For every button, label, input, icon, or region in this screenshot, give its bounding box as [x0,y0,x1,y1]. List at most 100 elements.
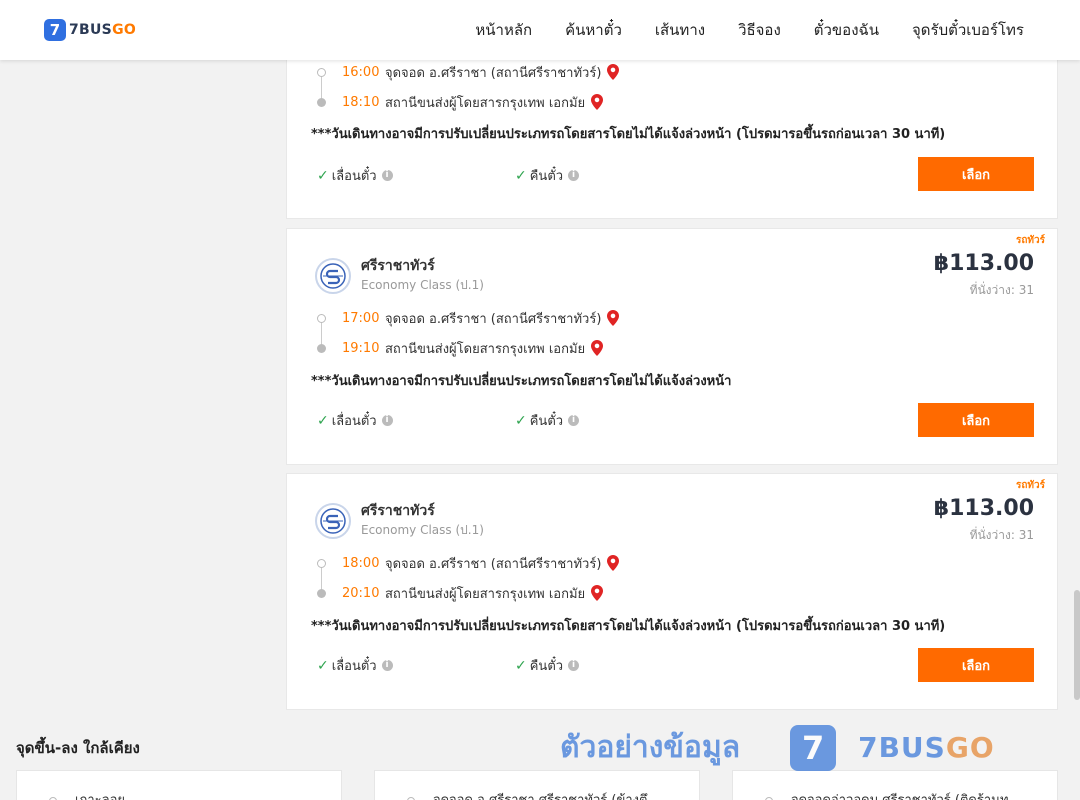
watermark-text: ตัวอย่างข้อมูล [560,730,741,765]
depart-place: จุดจอด อ.ศรีราชา (สถานีศรีราชาทัวร์) [385,311,602,327]
operator-name: ศรีราชาทัวร์ [361,258,435,274]
arrive-dot [317,343,326,353]
check-icon: ✓ [515,167,527,184]
logo-badge: 7 [44,19,66,41]
check-icon: ✓ [515,412,527,429]
feature-label: คืนตั๋ว [529,414,564,429]
trip-card: 16:00 จุดจอด อ.ศรีราชา (สถานีศรีราชาทัวร… [286,40,1058,219]
depart-place: จุดจอด อ.ศรีราชา (สถานีศรีราชาทัวร์) [385,65,602,81]
operator-logo [315,503,351,539]
check-icon: ✓ [317,167,329,184]
depart-stop: 16:00 จุดจอด อ.ศรีราชา (สถานีศรีราชาทัวร… [317,62,620,82]
info-icon[interactable]: i [381,170,393,181]
main-nav: หน้าหลัก ค้นหาตั๋ว เส้นทาง วิธีจอง ตั๋วข… [442,0,1024,60]
arrive-time: 19:10 [342,340,380,356]
arrive-stop: 20:10 สถานีขนส่งผู้โดยสารกรุงเทพ เอกมัย [317,583,604,603]
arrive-place: สถานีขนส่งผู้โดยสารกรุงเทพ เอกมัย [385,341,586,357]
bus-class: Economy Class (ป.1) [361,278,484,292]
depart-dot [317,558,326,568]
nearby-item[interactable]: เกาะลอย [16,770,342,800]
ticket-price: ฿113.00 [933,251,1034,276]
feature-change-ticket: ✓ เลื่อนตั๋ว i [317,655,393,676]
map-pin-icon[interactable] [591,585,604,601]
watermark-brand: 7BUSGO [858,731,995,764]
select-button[interactable]: เลือก [918,157,1034,191]
seats-available: ที่นั่งว่าง: 31 [969,283,1034,297]
feature-refund-ticket: ✓ คืนตั๋ว i [515,410,580,431]
nav-routes[interactable]: เส้นทาง [655,18,705,42]
info-icon[interactable]: i [381,660,393,671]
nearby-item-label: จุดจอด อ.ศรีราชา ศรีราชาทัวร์ (ข้างตึ [433,789,683,800]
feature-label: คืนตั๋ว [529,659,564,674]
arrive-place: สถานีขนส่งผู้โดยสารกรุงเทพ เอกมัย [385,586,586,602]
nav-home[interactable]: หน้าหลัก [475,18,532,42]
depart-stop: 17:00 จุดจอด อ.ศรีราชา (สถานีศรีราชาทัวร… [317,308,620,328]
feature-change-ticket: ✓ เลื่อนตั๋ว i [317,410,393,431]
arrive-time: 18:10 [342,94,380,110]
page-scrollbar[interactable] [1074,590,1080,700]
seats-available: ที่นั่งว่าง: 31 [969,528,1034,542]
bus-class: Economy Class (ป.1) [361,523,484,537]
nav-ticket-pickup-phone[interactable]: จุดรับตั๋วเบอร์โทร [912,18,1024,42]
map-pin-icon[interactable] [607,64,620,80]
feature-label: คืนตั๋ว [529,169,564,184]
logo-text: 7BUSGO [69,22,137,38]
feature-refund-ticket: ✓ คืนตั๋ว i [515,165,580,186]
depart-time: 17:00 [342,310,380,326]
trip-note: ***วันเดินทางอาจมีการปรับเปลี่ยนประเภทรถ… [311,127,946,142]
feature-label: เลื่อนตั๋ว [331,414,377,429]
nearby-item-label: จุดจอดอ่าวอุดม ศรีราชาทัวร์ (ติดร้านท [791,789,1041,800]
info-icon[interactable]: i [568,415,580,426]
trip-card: รถทัวร์ ศรีราชาทัวร์ Economy Class (ป.1)… [286,473,1058,710]
depart-stop: 18:00 จุดจอด อ.ศรีราชา (สถานีศรีราชาทัวร… [317,553,620,573]
info-icon[interactable]: i [381,415,393,426]
arrive-dot [317,588,326,598]
operator-logo [315,258,351,294]
map-pin-icon[interactable] [591,340,604,356]
operator-info: ศรีราชาทัวร์ Economy Class (ป.1) [315,501,484,539]
feature-change-ticket: ✓ เลื่อนตั๋ว i [317,165,393,186]
operator-info: ศรีราชาทัวร์ Economy Class (ป.1) [315,256,484,294]
nearby-item[interactable]: จุดจอดอ่าวอุดม ศรีราชาทัวร์ (ติดร้านท [732,770,1058,800]
feature-label: เลื่อนตั๋ว [331,169,377,184]
trip-note: ***วันเดินทางอาจมีการปรับเปลี่ยนประเภทรถ… [311,619,946,634]
ticket-price: ฿113.00 [933,496,1034,521]
check-icon: ✓ [317,412,329,429]
nearby-item[interactable]: จุดจอด อ.ศรีราชา ศรีราชาทัวร์ (ข้างตึ [374,770,700,800]
trip-card: รถทัวร์ ศรีราชาทัวร์ Economy Class (ป.1)… [286,228,1058,465]
map-pin-icon[interactable] [607,555,620,571]
depart-dot [317,313,326,323]
arrive-stop: 19:10 สถานีขนส่งผู้โดยสารกรุงเทพ เอกมัย [317,338,604,358]
nav-my-tickets[interactable]: ตั๋วของฉัน [814,18,879,42]
select-button[interactable]: เลือก [918,403,1034,437]
depart-dot [317,67,326,77]
depart-place: จุดจอด อ.ศรีราชา (สถานีศรีราชาทัวร์) [385,556,602,572]
feature-refund-ticket: ✓ คืนตั๋ว i [515,655,580,676]
arrive-place: สถานีขนส่งผู้โดยสารกรุงเทพ เอกมัย [385,95,586,111]
map-pin-icon[interactable] [607,310,620,326]
arrive-time: 20:10 [342,585,380,601]
map-pin-icon[interactable] [591,94,604,110]
nav-how-to-book[interactable]: วิธีจอง [738,18,781,42]
check-icon: ✓ [515,657,527,674]
info-icon[interactable]: i [568,660,580,671]
arrive-stop: 18:10 สถานีขนส่งผู้โดยสารกรุงเทพ เอกมัย [317,92,604,112]
trip-note: ***วันเดินทางอาจมีการปรับเปลี่ยนประเภทรถ… [311,374,732,389]
operator-name: ศรีราชาทัวร์ [361,503,435,519]
bus-type-tag: รถทัวร์ [1015,235,1045,246]
nearby-item-label: เกาะลอย [75,789,325,800]
site-logo[interactable]: 7 7BUSGO [44,19,136,41]
select-button[interactable]: เลือก [918,648,1034,682]
check-icon: ✓ [317,657,329,674]
bus-type-tag: รถทัวร์ [1015,480,1045,491]
watermark-badge: 7 [790,724,837,771]
feature-label: เลื่อนตั๋ว [331,659,377,674]
top-header: 7 7BUSGO หน้าหลัก ค้นหาตั๋ว เส้นทาง วิธี… [0,0,1080,60]
depart-time: 16:00 [342,64,380,80]
nearby-title: จุดขึ้น-ลง ใกล้เคียง [16,739,140,757]
depart-time: 18:00 [342,555,380,571]
nav-search-ticket[interactable]: ค้นหาตั๋ว [565,18,622,42]
sample-watermark: ตัวอย่างข้อมูล 7 7BUSGO [560,724,995,771]
info-icon[interactable]: i [568,170,580,181]
arrive-dot [317,97,326,107]
